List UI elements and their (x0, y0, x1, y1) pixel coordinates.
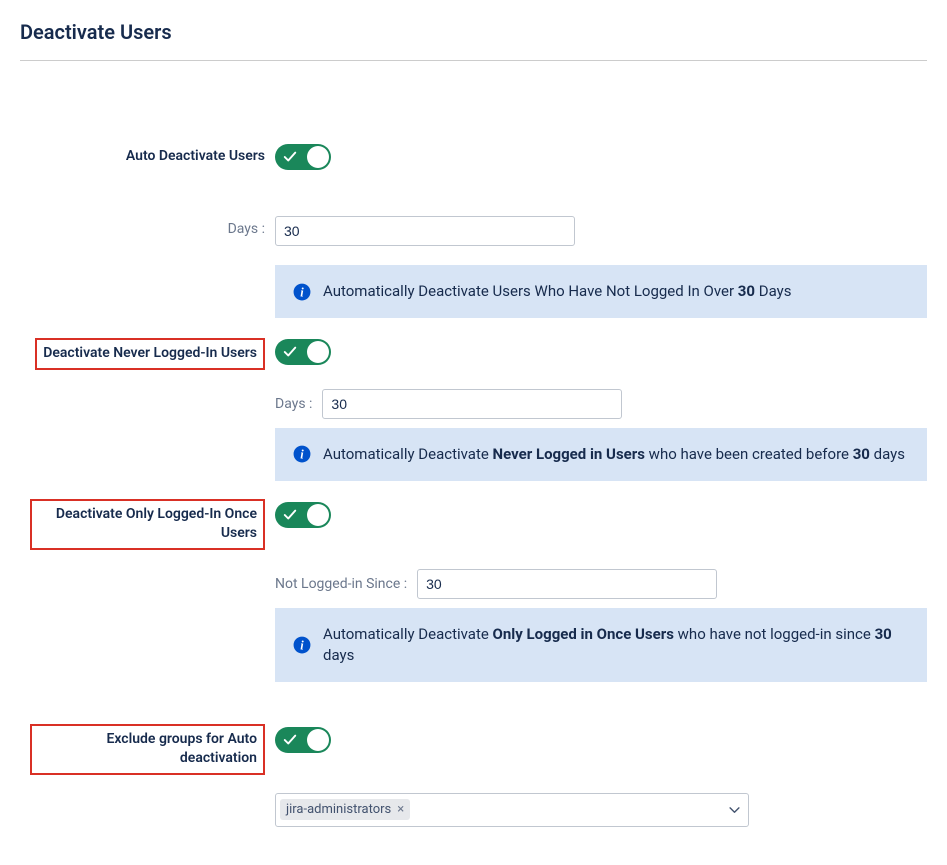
info-icon: i (293, 636, 311, 654)
once-logged-in-toggle[interactable] (275, 502, 331, 528)
days-label-2: Days : (275, 396, 322, 412)
info-once-days: 30 (875, 625, 892, 643)
exclude-groups-label: Exclude groups for Auto deactivation (38, 730, 257, 769)
info-once-mid: who have not logged-in since (674, 625, 875, 643)
info-auto-prefix: Automatically Deactivate Users Who Have … (323, 282, 738, 300)
never-logged-in-toggle[interactable] (275, 339, 331, 365)
info-once-bold: Only Logged in Once Users (493, 625, 674, 643)
check-icon (283, 150, 297, 164)
info-once-logged-in: i Automatically Deactivate Only Logged i… (275, 608, 927, 682)
info-never-prefix: Automatically Deactivate (323, 445, 493, 463)
days-input-1[interactable] (275, 216, 575, 246)
tag-remove-icon[interactable]: × (397, 803, 404, 816)
info-auto-days: 30 (738, 282, 755, 300)
check-icon (283, 345, 297, 359)
not-logged-since-input[interactable] (417, 569, 717, 599)
days-input-2[interactable] (322, 389, 622, 419)
info-never-logged-in: i Automatically Deactivate Never Logged … (275, 428, 927, 481)
tag-label: jira-administrators (286, 802, 391, 817)
auto-deactivate-toggle[interactable] (275, 144, 331, 170)
svg-text:i: i (300, 448, 304, 462)
info-never-mid: who have been created before (645, 445, 853, 463)
info-once-suffix: days (323, 646, 354, 664)
exclude-groups-select[interactable]: jira-administrators × (275, 793, 749, 827)
auto-deactivate-label: Auto Deactivate Users (126, 147, 265, 167)
title-divider (20, 60, 927, 61)
days-label-1: Days : (20, 215, 275, 237)
info-never-suffix: days (870, 445, 905, 463)
selected-group-tag: jira-administrators × (280, 799, 410, 820)
check-icon (283, 733, 297, 747)
info-icon: i (293, 445, 311, 463)
svg-text:i: i (300, 638, 304, 652)
info-once-prefix: Automatically Deactivate (323, 625, 493, 643)
info-icon: i (293, 283, 311, 301)
info-never-bold: Never Logged in Users (493, 445, 645, 463)
info-auto-suffix: Days (755, 282, 791, 300)
once-logged-in-label: Deactivate Only Logged-In Once Users (38, 505, 257, 544)
info-auto-deactivate: i Automatically Deactivate Users Who Hav… (275, 265, 927, 318)
exclude-groups-toggle[interactable] (275, 727, 331, 753)
info-never-days: 30 (853, 445, 870, 463)
svg-text:i: i (300, 285, 304, 299)
check-icon (283, 508, 297, 522)
never-logged-in-label: Deactivate Never Logged-In Users (43, 344, 257, 364)
not-logged-since-label: Not Logged-in Since : (275, 576, 417, 592)
chevron-down-icon (729, 802, 740, 818)
page-title: Deactivate Users (20, 20, 927, 52)
